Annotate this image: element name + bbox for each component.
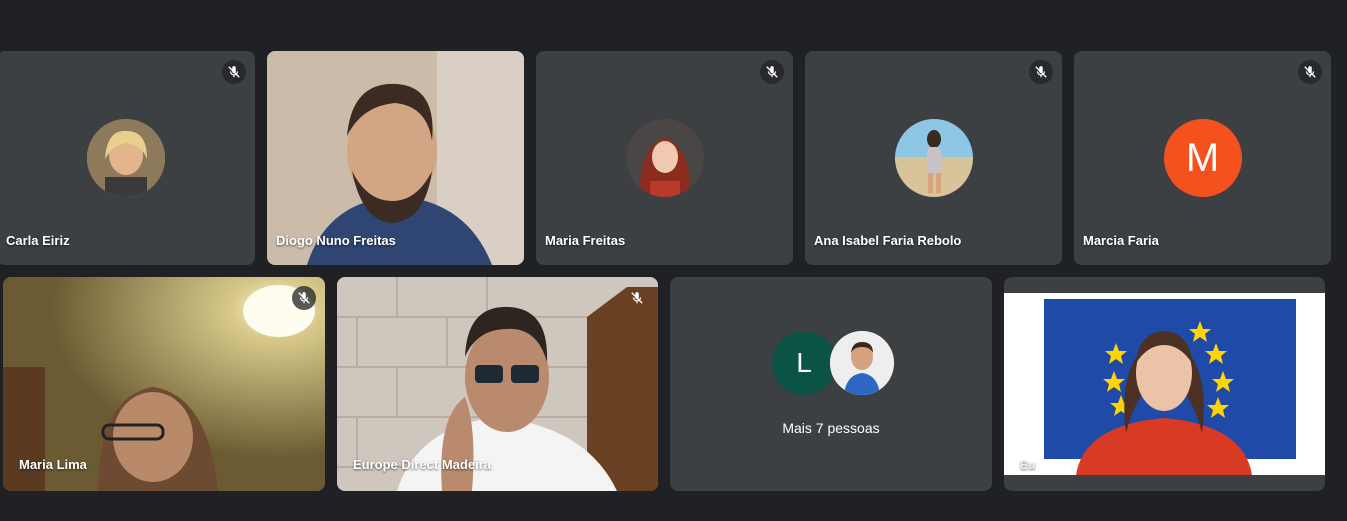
- participant-tile-maria-freitas[interactable]: Maria Freitas: [536, 51, 793, 265]
- participant-name: Eu: [1020, 458, 1036, 472]
- self-video: [1004, 293, 1325, 475]
- participant-initial-avatar: M: [1163, 119, 1242, 197]
- mic-off-icon: [1029, 60, 1053, 84]
- participant-tile-carla-eiriz[interactable]: Carla Eiriz: [0, 51, 255, 265]
- self-view-tile[interactable]: Eu: [1004, 277, 1325, 491]
- participant-name: Europe Direct Madeira: [353, 457, 491, 472]
- participant-name: Diogo Nuno Freitas: [276, 233, 396, 248]
- participant-tile-europe-direct-madeira[interactable]: Europe Direct Madeira: [337, 277, 658, 491]
- mic-off-icon: [292, 286, 316, 310]
- mic-off-icon: [1298, 60, 1322, 84]
- participant-tile-marcia-faria[interactable]: M Marcia Faria: [1074, 51, 1331, 265]
- participant-avatar: [894, 119, 973, 197]
- participant-name: Maria Freitas: [545, 233, 626, 248]
- overflow-participants-tile[interactable]: L Mais 7 pessoas: [670, 277, 992, 491]
- participant-tile-maria-lima[interactable]: Maria Lima: [3, 277, 325, 491]
- participant-avatar: [87, 119, 165, 197]
- mic-off-icon: [625, 286, 649, 310]
- overflow-photo-avatar: [830, 331, 894, 395]
- participant-tile-ana-isabel-faria-rebolo[interactable]: Ana Isabel Faria Rebolo: [805, 51, 1062, 265]
- overflow-label: Mais 7 pessoas: [782, 420, 880, 436]
- participant-avatar: [625, 119, 704, 197]
- participant-name: Maria Lima: [19, 457, 87, 472]
- mic-off-icon: [222, 60, 246, 84]
- participant-name: Carla Eiriz: [6, 233, 70, 248]
- participant-name: Marcia Faria: [1083, 233, 1159, 248]
- overflow-initial-avatar: L: [772, 331, 836, 395]
- participant-tile-diogo-nuno-freitas[interactable]: Diogo Nuno Freitas: [267, 51, 524, 265]
- participant-name: Ana Isabel Faria Rebolo: [814, 233, 962, 248]
- mic-off-icon: [760, 60, 784, 84]
